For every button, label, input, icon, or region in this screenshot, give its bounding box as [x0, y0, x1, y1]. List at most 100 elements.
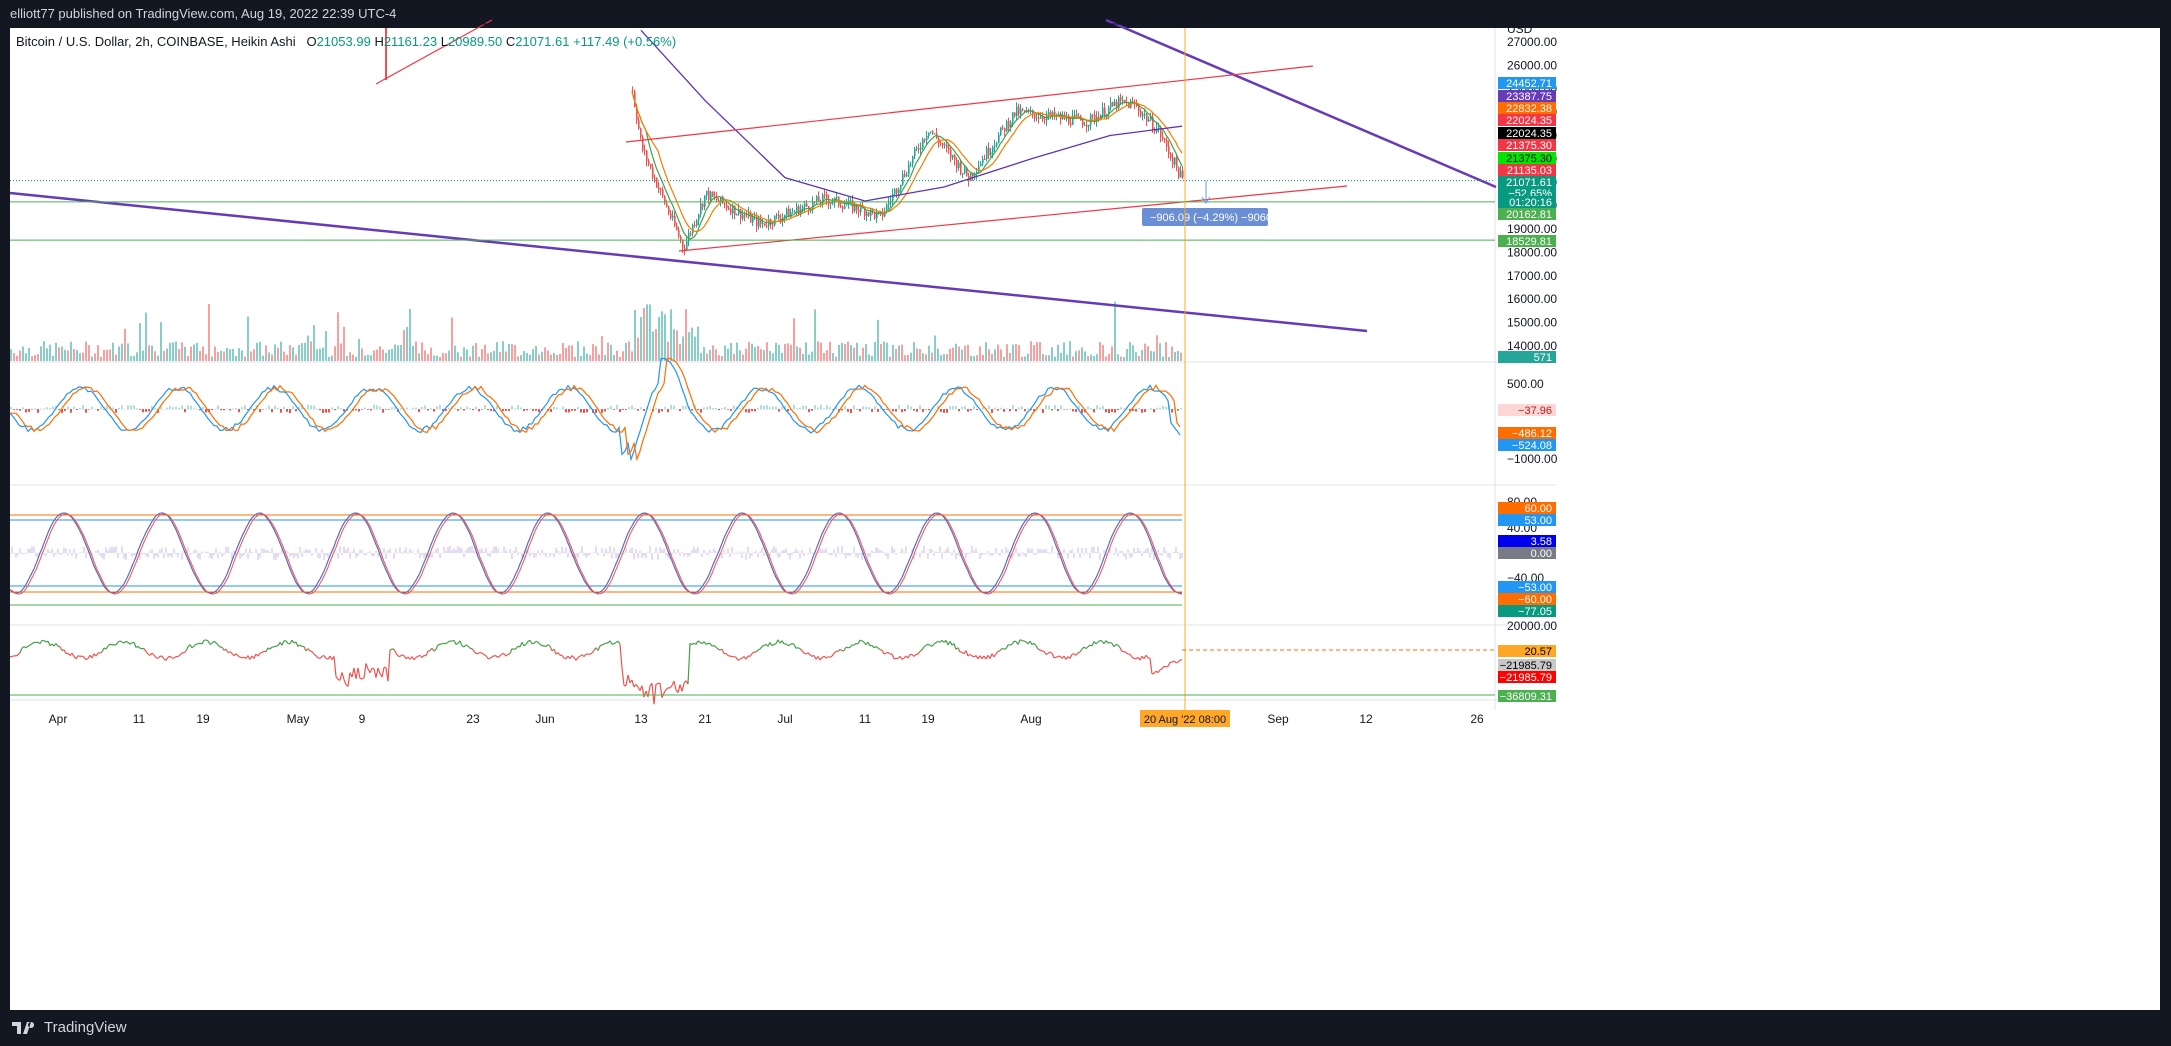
candle-body [870, 209, 872, 216]
candle-body [1112, 102, 1114, 106]
volume-bar [430, 347, 432, 361]
volume-bar [760, 349, 762, 361]
flow-line-segment [153, 654, 157, 658]
macd-histogram-bar [775, 406, 777, 410]
time-axis-label: 19 [196, 712, 210, 726]
macd-histogram-bar [175, 406, 177, 410]
macd-histogram-bar [916, 409, 918, 412]
flow-line-segment [1139, 655, 1143, 661]
macd-badge-label: −524.08 [1512, 440, 1552, 452]
flow-line-segment [953, 643, 957, 650]
candle-body [1180, 170, 1182, 178]
flow-line-segment [1117, 644, 1121, 649]
volume-bar [592, 344, 594, 361]
volume-bar [691, 327, 693, 361]
candle-body [724, 202, 726, 205]
flow-line-segment [95, 652, 99, 657]
flow-line-segment [923, 644, 927, 648]
volume-bar [124, 328, 126, 361]
volume-bar [679, 343, 681, 361]
flow-line-segment [489, 656, 493, 659]
volume-bar [40, 346, 42, 361]
volume-bar [121, 343, 123, 361]
volume-bar [1174, 352, 1176, 361]
volume-bar [79, 353, 81, 361]
candle-body [752, 217, 754, 223]
macd-histogram-bar [466, 406, 468, 410]
volume-bar [913, 342, 915, 361]
volume-bar [442, 353, 444, 361]
candle-body [1178, 167, 1180, 178]
macd-histogram-bar [220, 409, 222, 411]
candle-body [986, 147, 988, 160]
candle-body [654, 177, 656, 179]
candle-body [1176, 157, 1178, 168]
macd-histogram-bar [58, 409, 60, 410]
flow-line-segment [285, 640, 289, 644]
candle-body [844, 205, 846, 209]
volume-bar [808, 354, 810, 361]
candle-body [678, 229, 680, 237]
volume-bar [970, 355, 972, 361]
volume-bar [814, 309, 816, 361]
macd-histogram-bar [241, 407, 243, 410]
flow-line-segment [421, 654, 425, 658]
chart-svg[interactable]: USD27000.0026000.0025000.0024000.0023000… [0, 0, 2171, 1046]
volume-bar [1105, 356, 1107, 361]
volume-bar [1075, 351, 1077, 361]
volume-bar [142, 350, 144, 361]
volume-bar [1081, 347, 1083, 361]
time-axis-label: Apr [49, 712, 68, 726]
macd-histogram-bar [862, 406, 864, 410]
volume-bar [598, 354, 600, 361]
macd-histogram-bar [307, 404, 309, 410]
symbol-name: Bitcoin / U.S. Dollar, 2h, COINBASE, Hei… [16, 34, 296, 49]
volume-bar [838, 344, 840, 361]
flow-line-segment [173, 656, 177, 659]
macd-histogram-bar [757, 407, 759, 410]
volume-bar [436, 355, 438, 361]
candle-body [892, 193, 894, 201]
flow-line-segment [1039, 649, 1043, 652]
volume-bar [835, 356, 837, 361]
flow-line-segment [589, 652, 593, 655]
macd-histogram-bar [808, 409, 810, 413]
volume-bar [1162, 356, 1164, 361]
volume-bar [694, 336, 696, 361]
candle-body [996, 142, 998, 146]
candle-body [660, 188, 662, 190]
symbol-legend[interactable]: Bitcoin / U.S. Dollar, 2h, COINBASE, Hei… [16, 34, 676, 49]
macd-histogram-bar [460, 407, 462, 410]
volume-bar [811, 351, 813, 361]
macd-histogram-bar [604, 409, 606, 412]
volume-bar [1165, 342, 1167, 361]
volume-bar [28, 348, 30, 361]
volume-bar [613, 355, 615, 361]
tradingview-logo[interactable]: TradingView [12, 1010, 127, 1046]
flow-line-segment [463, 644, 467, 648]
volume-bar [130, 356, 132, 361]
flow-line-segment [1017, 639, 1021, 645]
macd-histogram-bar [1075, 409, 1077, 412]
flow-line-segment [839, 648, 843, 652]
volume-bar [1120, 356, 1122, 361]
volume-bar [457, 352, 459, 361]
volume-bar [280, 341, 282, 361]
macd-histogram-bar [505, 409, 507, 411]
volume-bar [67, 350, 69, 361]
volume-bar [316, 349, 318, 361]
flow-line-segment [721, 648, 725, 654]
macd-histogram-bar [964, 405, 966, 410]
flow-line-segment [801, 650, 805, 654]
flow-line-segment [109, 643, 113, 646]
macd-histogram-bar [145, 409, 147, 412]
macd-histogram-bar [1000, 407, 1002, 410]
macd-histogram-bar [601, 409, 603, 413]
flow-line-segment [1167, 662, 1171, 667]
candle-body [930, 131, 932, 133]
macd-histogram-bar [391, 407, 393, 410]
volume-bar [10, 349, 12, 361]
candle-body [1158, 127, 1160, 129]
flow-line-segment [29, 643, 33, 646]
macd-histogram-bar [610, 406, 612, 410]
